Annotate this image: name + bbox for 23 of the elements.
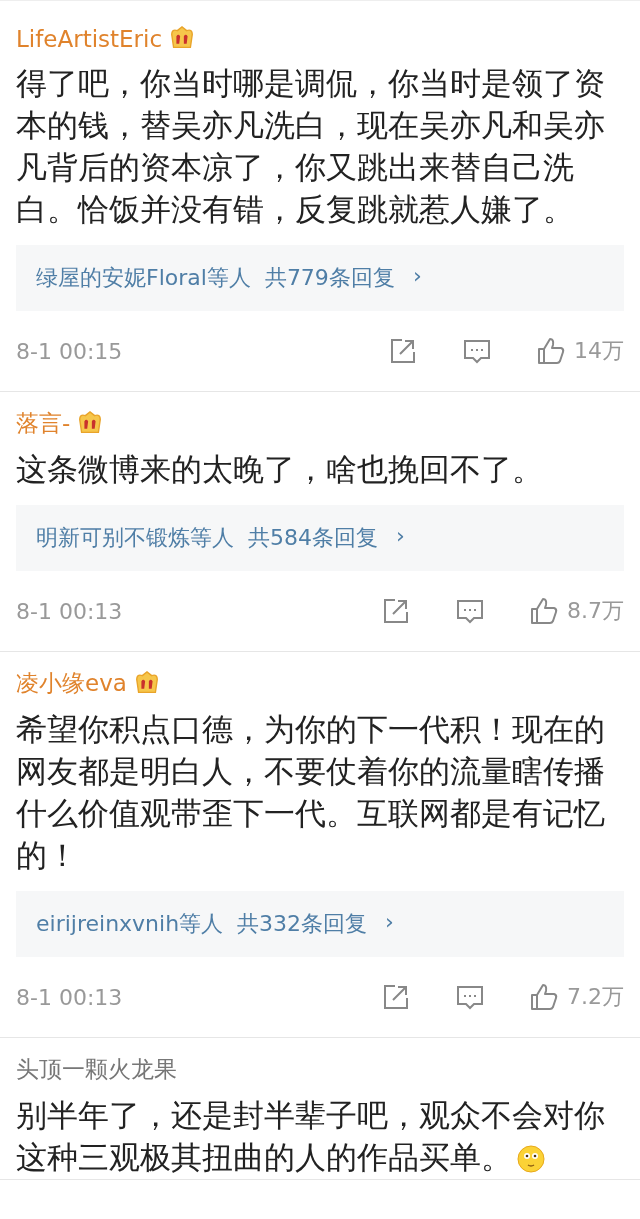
comment-text: 希望你积点口德，为你的下一代积！现在的网友都是明白人，不要仗着你的流量瞎传播什么价值观带歪下一代。互联网都是有记忆的！ <box>16 711 606 875</box>
replies-link[interactable]: 明新可别不锻炼等人 共584条回复 › <box>16 505 624 571</box>
username[interactable]: LifeArtistEric <box>16 26 163 52</box>
share-icon[interactable] <box>388 336 418 366</box>
thumbs-up-icon[interactable] <box>529 596 559 626</box>
comment-time: 8-1 00:13 <box>16 598 123 624</box>
comment-text: 这条微博来的太晚了，啥也挽回不了。 <box>16 451 544 489</box>
username[interactable]: 头顶一颗火龙果 <box>16 1054 177 1085</box>
like-count: 8.7万 <box>567 597 624 625</box>
share-icon[interactable] <box>381 982 411 1012</box>
share-icon[interactable] <box>381 596 411 626</box>
replies-link[interactable]: eirijreinxvnih等人 共332条回复 › <box>16 891 624 957</box>
comment-time: 8-1 00:15 <box>16 338 123 364</box>
thumbs-up-icon[interactable] <box>529 982 559 1012</box>
comment-time: 8-1 00:13 <box>16 984 123 1010</box>
comment-text: 别半年了，还是封半辈子吧，观众不会对你这种三观极其扭曲的人的作品买单。 <box>16 1097 606 1177</box>
username[interactable]: 凌小缘eva <box>16 668 127 699</box>
replies-link[interactable]: 绿屋的安妮Floral等人 共779条回复 › <box>16 245 624 311</box>
like-count: 7.2万 <box>567 983 624 1011</box>
like-count: 14万 <box>574 337 624 365</box>
thumbs-up-icon[interactable] <box>536 336 566 366</box>
username[interactable]: 落言- <box>16 408 71 439</box>
comment-text: 得了吧，你当时哪是调侃，你当时是领了资本的钱，替吴亦凡洗白，现在吴亦凡和吴亦凡背后的资本凉了，你又跳出来替自己洗白。恰饭并没有错，反复跳就惹人嫌了。 <box>16 65 606 229</box>
